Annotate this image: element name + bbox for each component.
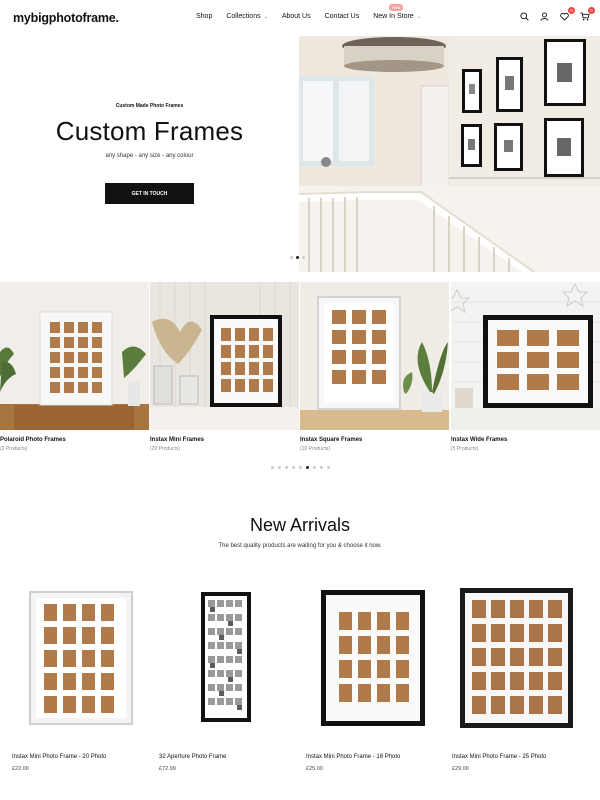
nav-new-in-store-label: New In Store xyxy=(373,13,414,20)
hero-title: Custom Frames xyxy=(55,116,244,146)
nav-shop[interactable]: Shop xyxy=(196,13,212,20)
slider-dot[interactable] xyxy=(302,256,305,259)
product-image[interactable] xyxy=(306,580,451,735)
pager-dot[interactable] xyxy=(271,466,274,469)
product-name[interactable]: Instax Mini Photo Frame - 25 Photo xyxy=(452,754,546,760)
product-name[interactable]: Instax Mini Photo Frame - 16 Photo xyxy=(306,754,400,760)
site-logo[interactable]: mybigphotoframe. xyxy=(13,11,119,25)
collection-name[interactable]: Polaroid Photo Frames xyxy=(0,437,149,443)
header-icons: 0 0 xyxy=(519,7,595,22)
hero-image xyxy=(299,36,600,272)
product-card[interactable]: Instax Mini Photo Frame - 25 Photo £29.0… xyxy=(452,580,597,772)
collection-card-instax-mini[interactable]: Instax Mini Frames (20 Products) xyxy=(150,282,299,452)
get-in-touch-button[interactable]: GET IN TOUCH xyxy=(105,183,194,204)
product-image[interactable] xyxy=(159,580,304,735)
cart-count: 0 xyxy=(588,7,595,14)
hero-subtitle: any shape - any size - any colour xyxy=(105,153,194,159)
collections-carousel: Polaroid Photo Frames (3 Products) Insta… xyxy=(0,282,600,482)
product-image[interactable] xyxy=(12,580,157,735)
new-arrivals-title: New Arrivals xyxy=(249,515,351,535)
chevron-down-icon: ⌄ xyxy=(416,13,421,20)
wishlist-icon[interactable]: 0 xyxy=(559,7,575,22)
product-card[interactable]: Instax Mini Photo Frame - 16 Photo £25.0… xyxy=(306,580,451,772)
slider-dot[interactable] xyxy=(290,256,293,259)
collection-count: (3 Products) xyxy=(0,446,28,452)
pager-dot[interactable] xyxy=(285,466,288,469)
nav-shop-label: Shop xyxy=(196,13,213,20)
collection-count: (20 Products) xyxy=(150,446,181,452)
pager-dot[interactable] xyxy=(278,466,281,469)
collection-card-instax-wide[interactable]: Instax Wide Frames (5 Products) xyxy=(451,282,600,452)
product-image[interactable] xyxy=(452,580,597,735)
search-icon[interactable] xyxy=(519,11,530,22)
collection-count: (5 Products) xyxy=(451,446,479,452)
new-arrivals-subtitle: The best quality products are waiting fo… xyxy=(218,543,382,549)
collection-card-polaroid[interactable]: Polaroid Photo Frames (3 Products) xyxy=(0,282,149,452)
site-header: mybigphotoframe. Shop Collections ⌄ About… xyxy=(0,0,600,36)
collection-image[interactable] xyxy=(0,282,149,430)
nav-new-in-store[interactable]: New New In Store ⌄ xyxy=(373,4,421,20)
nav-about[interactable]: About Us xyxy=(282,13,311,20)
collection-name[interactable]: Instax Square Frames xyxy=(300,437,449,443)
pager-dot[interactable] xyxy=(299,466,302,469)
product-name[interactable]: 32 Aperture Photo Frame xyxy=(159,754,226,760)
new-badge: New xyxy=(389,4,404,11)
product-price: £25.00 xyxy=(306,766,323,772)
product-price: £29.00 xyxy=(452,766,469,772)
main-nav: Shop Collections ⌄ About Us Contact Us Ne… xyxy=(196,4,435,20)
product-card[interactable]: Instax Mini Photo Frame - 20 Photo £22.0… xyxy=(12,580,157,772)
nav-collections[interactable]: Collections ⌄ xyxy=(226,13,267,20)
hero-slider-dots xyxy=(290,256,305,259)
pager-dot[interactable] xyxy=(313,466,316,469)
cart-icon[interactable]: 0 xyxy=(579,7,595,22)
product-price: £72.99 xyxy=(159,766,176,772)
nav-contact-label: Contact Us xyxy=(324,13,360,20)
chevron-down-icon: ⌄ xyxy=(263,13,268,20)
collection-image[interactable] xyxy=(451,282,600,430)
pager-dot-active[interactable] xyxy=(306,466,309,469)
hero-eyebrow: Custom Made Photo Frames xyxy=(115,103,184,109)
pager-dot[interactable] xyxy=(320,466,323,469)
product-price: £22.00 xyxy=(12,766,29,772)
nav-collections-label: Collections xyxy=(226,13,261,20)
hero-text-panel: Custom Made Photo Frames Custom Frames a… xyxy=(0,36,299,272)
collection-card-instax-square[interactable]: Instax Square Frames (10 Products) xyxy=(300,282,449,452)
product-name[interactable]: Instax Mini Photo Frame - 20 Photo xyxy=(12,754,106,760)
collection-count: (10 Products) xyxy=(300,446,331,452)
product-card[interactable]: 32 Aperture Photo Frame £72.99 xyxy=(159,580,304,772)
collection-name[interactable]: Instax Wide Frames xyxy=(451,437,600,443)
pager-dot[interactable] xyxy=(292,466,295,469)
hero-banner: Custom Made Photo Frames Custom Frames a… xyxy=(0,36,600,272)
account-icon[interactable] xyxy=(539,11,550,22)
collection-name[interactable]: Instax Mini Frames xyxy=(150,437,299,443)
nav-contact[interactable]: Contact Us xyxy=(325,13,360,20)
collection-image[interactable] xyxy=(150,282,299,430)
collections-pager xyxy=(271,466,330,469)
collection-image[interactable] xyxy=(300,282,449,430)
nav-about-label: About Us xyxy=(281,13,311,20)
wishlist-count: 0 xyxy=(568,7,575,14)
pager-dot[interactable] xyxy=(327,466,330,469)
slider-dot-active[interactable] xyxy=(296,256,299,259)
